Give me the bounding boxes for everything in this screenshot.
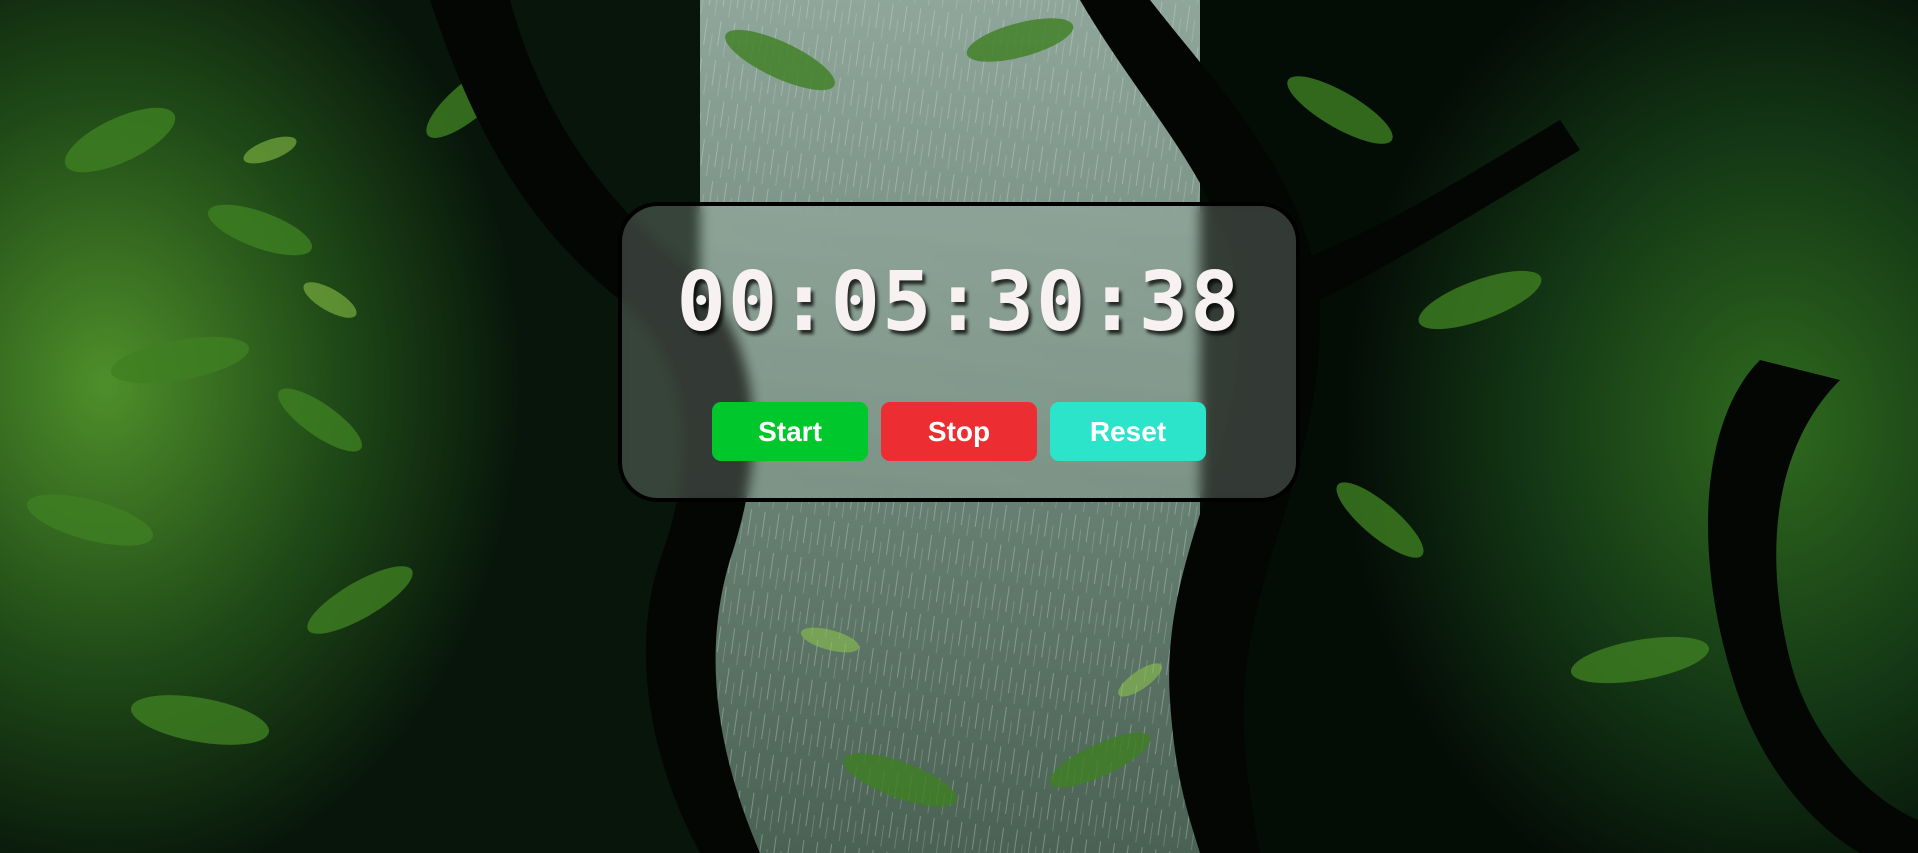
stop-button[interactable]: Stop [881, 402, 1037, 461]
start-button[interactable]: Start [712, 402, 868, 461]
stopwatch-panel: 00:05:30:38 Start Stop Reset [618, 202, 1300, 502]
control-buttons: Start Stop Reset [622, 402, 1296, 461]
time-display: 00:05:30:38 [676, 255, 1242, 350]
reset-button[interactable]: Reset [1050, 402, 1206, 461]
